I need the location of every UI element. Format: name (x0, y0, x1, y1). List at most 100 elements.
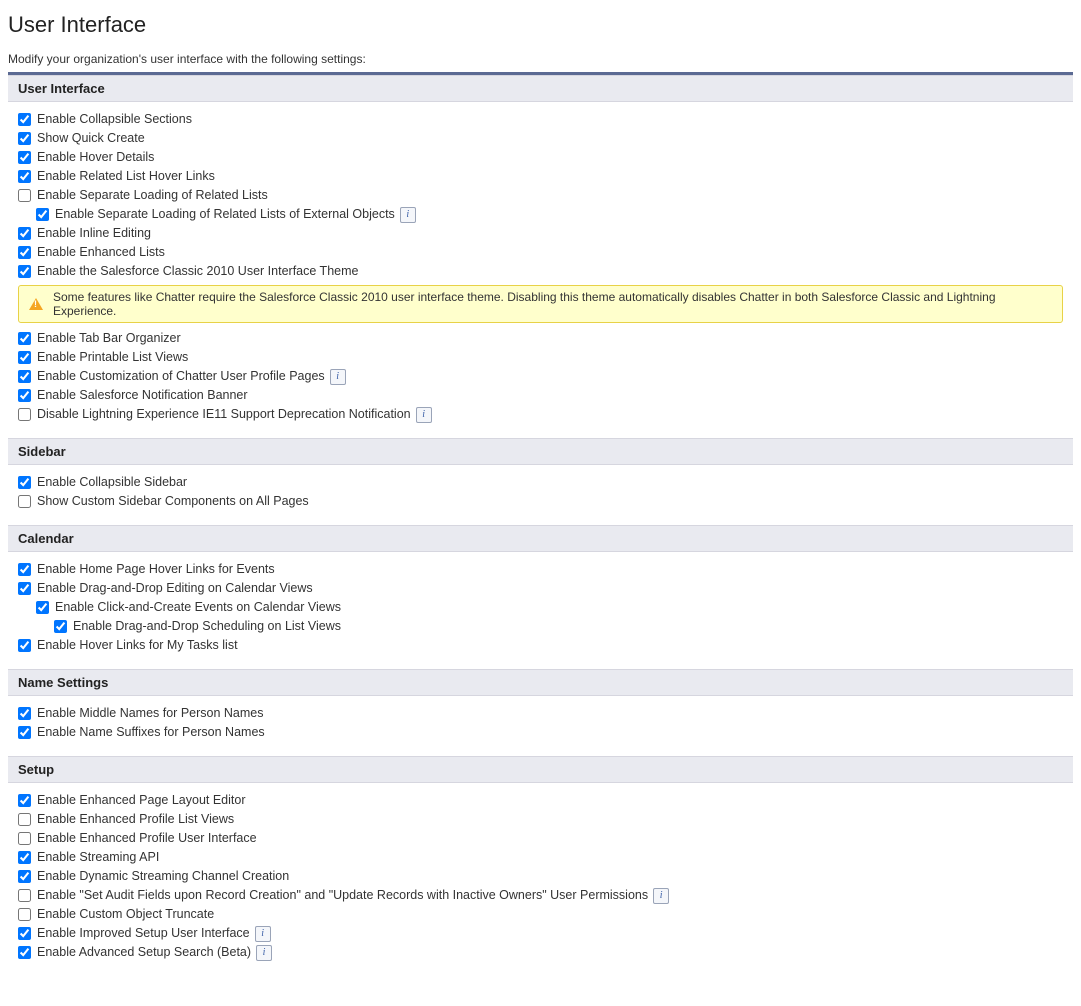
setting-label: Enable Hover Links for My Tasks list (37, 636, 238, 655)
setting-row: Enable Printable List Views (18, 348, 1063, 367)
setting-checkbox[interactable] (18, 794, 31, 807)
settings-panel: User Interface Enable Collapsible Sectio… (8, 72, 1073, 976)
setting-label: Enable Customization of Chatter User Pro… (37, 367, 325, 386)
setting-label: Enable "Set Audit Fields upon Record Cre… (37, 886, 648, 905)
setting-checkbox[interactable] (36, 601, 49, 614)
setting-checkbox[interactable] (18, 246, 31, 259)
setting-checkbox[interactable] (18, 170, 31, 183)
section-heading-sidebar: Sidebar (8, 438, 1073, 465)
setting-checkbox[interactable] (18, 351, 31, 364)
setting-checkbox[interactable] (18, 227, 31, 240)
section-heading-setup: Setup (8, 756, 1073, 783)
setting-checkbox[interactable] (18, 189, 31, 202)
setting-row: Enable Hover Links for My Tasks list (18, 636, 1063, 655)
setting-checkbox[interactable] (18, 408, 31, 421)
setting-label: Enable Dynamic Streaming Channel Creatio… (37, 867, 289, 886)
setting-row: Enable Drag-and-Drop Editing on Calendar… (18, 579, 1063, 598)
setting-checkbox[interactable] (18, 889, 31, 902)
setting-checkbox[interactable] (18, 476, 31, 489)
setting-row: Enable Click-and-Create Events on Calend… (18, 598, 1063, 617)
setting-checkbox[interactable] (18, 151, 31, 164)
setting-checkbox[interactable] (18, 332, 31, 345)
setting-label: Enable Drag-and-Drop Scheduling on List … (73, 617, 341, 636)
setting-label: Enable Click-and-Create Events on Calend… (55, 598, 341, 617)
setting-row: Enable the Salesforce Classic 2010 User … (18, 262, 1063, 281)
warning-banner: Some features like Chatter require the S… (18, 285, 1063, 323)
setting-checkbox[interactable] (18, 707, 31, 720)
page-title: User Interface (8, 12, 1073, 38)
setting-label: Enable Collapsible Sections (37, 110, 192, 129)
setting-checkbox[interactable] (18, 908, 31, 921)
setting-row: Enable Collapsible Sections (18, 110, 1063, 129)
setting-row: Enable Custom Object Truncate (18, 905, 1063, 924)
setting-row: Enable Enhanced Page Layout Editor (18, 791, 1063, 810)
setting-label: Show Custom Sidebar Components on All Pa… (37, 492, 309, 511)
setting-row: Show Quick Create (18, 129, 1063, 148)
setting-row: Disable Lightning Experience IE11 Suppor… (18, 405, 1063, 424)
info-icon[interactable]: i (330, 369, 346, 385)
setting-label: Enable Tab Bar Organizer (37, 329, 181, 348)
setting-row: Show Custom Sidebar Components on All Pa… (18, 492, 1063, 511)
setting-row: Enable Name Suffixes for Person Names (18, 723, 1063, 742)
info-icon[interactable]: i (653, 888, 669, 904)
setting-checkbox[interactable] (18, 851, 31, 864)
setting-checkbox[interactable] (18, 946, 31, 959)
setting-label: Enable Separate Loading of Related Lists (37, 186, 268, 205)
setting-label: Enable Enhanced Profile List Views (37, 810, 234, 829)
setting-label: Enable Drag-and-Drop Editing on Calendar… (37, 579, 313, 598)
info-icon[interactable]: i (255, 926, 271, 942)
setting-checkbox[interactable] (18, 726, 31, 739)
setting-row: Enable Advanced Setup Search (Beta) i (18, 943, 1063, 962)
section-body-calendar: Enable Home Page Hover Links for EventsE… (8, 552, 1073, 669)
info-icon[interactable]: i (256, 945, 272, 961)
section-heading-calendar: Calendar (8, 525, 1073, 552)
setting-checkbox[interactable] (18, 639, 31, 652)
setting-label: Enable Collapsible Sidebar (37, 473, 187, 492)
setting-label: Show Quick Create (37, 129, 145, 148)
setting-checkbox[interactable] (18, 370, 31, 383)
setting-label: Enable Inline Editing (37, 224, 151, 243)
setting-row: Enable Enhanced Lists (18, 243, 1063, 262)
setting-checkbox[interactable] (18, 563, 31, 576)
setting-checkbox[interactable] (18, 132, 31, 145)
setting-label: Enable Related List Hover Links (37, 167, 215, 186)
setting-checkbox[interactable] (18, 495, 31, 508)
setting-checkbox[interactable] (18, 832, 31, 845)
setting-row: Enable Home Page Hover Links for Events (18, 560, 1063, 579)
setting-label: Disable Lightning Experience IE11 Suppor… (37, 405, 411, 424)
setting-checkbox[interactable] (18, 927, 31, 940)
setting-label: Enable Hover Details (37, 148, 154, 167)
setting-label: Enable Enhanced Profile User Interface (37, 829, 257, 848)
setting-label: Enable Advanced Setup Search (Beta) (37, 943, 251, 962)
setting-row: Enable Salesforce Notification Banner (18, 386, 1063, 405)
setting-checkbox[interactable] (54, 620, 67, 633)
setting-label: Enable Enhanced Page Layout Editor (37, 791, 246, 810)
setting-row: Enable Inline Editing (18, 224, 1063, 243)
setting-checkbox[interactable] (18, 870, 31, 883)
setting-row: Enable Separate Loading of Related Lists… (18, 205, 1063, 224)
setting-checkbox[interactable] (18, 813, 31, 826)
setting-checkbox[interactable] (18, 389, 31, 402)
setting-row: Enable Customization of Chatter User Pro… (18, 367, 1063, 386)
section-body-ui: Enable Collapsible SectionsShow Quick Cr… (8, 102, 1073, 438)
setting-label: Enable Separate Loading of Related Lists… (55, 205, 395, 224)
setting-label: Enable Home Page Hover Links for Events (37, 560, 275, 579)
setting-row: Enable Enhanced Profile User Interface (18, 829, 1063, 848)
setting-label: Enable Enhanced Lists (37, 243, 165, 262)
setting-checkbox[interactable] (18, 265, 31, 278)
section-body-name: Enable Middle Names for Person NamesEnab… (8, 696, 1073, 756)
setting-checkbox[interactable] (36, 208, 49, 221)
section-body-sidebar: Enable Collapsible SidebarShow Custom Si… (8, 465, 1073, 525)
setting-label: Enable Salesforce Notification Banner (37, 386, 248, 405)
setting-label: Enable Streaming API (37, 848, 159, 867)
setting-row: Enable "Set Audit Fields upon Record Cre… (18, 886, 1063, 905)
setting-checkbox[interactable] (18, 582, 31, 595)
info-icon[interactable]: i (416, 407, 432, 423)
info-icon[interactable]: i (400, 207, 416, 223)
setting-row: Enable Related List Hover Links (18, 167, 1063, 186)
setting-label: Enable Improved Setup User Interface (37, 924, 250, 943)
setting-label: Enable Middle Names for Person Names (37, 704, 264, 723)
section-body-setup: Enable Enhanced Page Layout EditorEnable… (8, 783, 1073, 976)
setting-checkbox[interactable] (18, 113, 31, 126)
page-intro: Modify your organization's user interfac… (8, 52, 1073, 66)
